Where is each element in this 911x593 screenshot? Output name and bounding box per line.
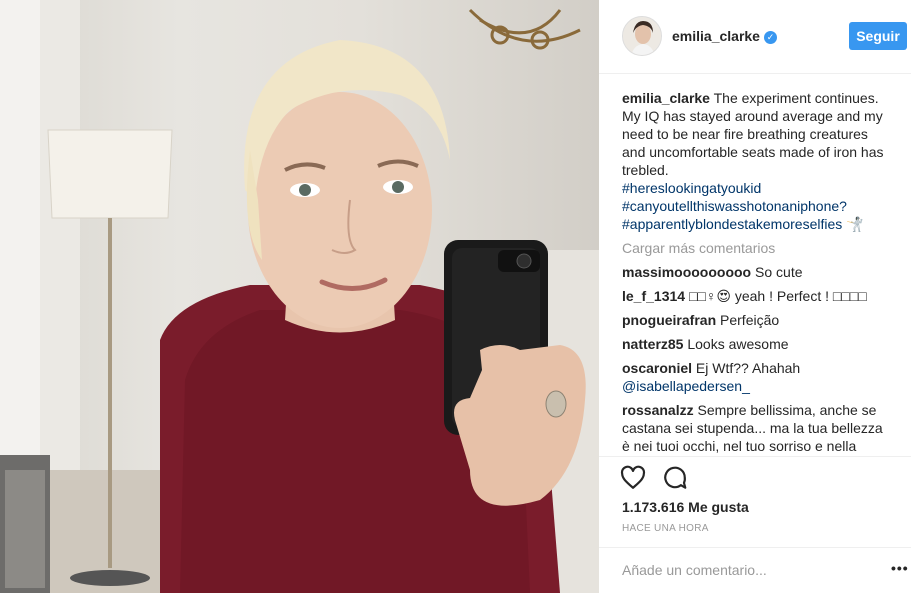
comment-text: Looks awesome <box>687 336 789 352</box>
post-photo[interactable] <box>0 0 599 593</box>
comments-list[interactable]: emilia_clarke The experiment continues. … <box>622 89 892 453</box>
comment-item: massimooooooooo So cute <box>622 263 892 281</box>
comment-username[interactable]: massimooooooooo <box>622 264 751 280</box>
comment-bubble-icon[interactable] <box>662 465 688 491</box>
header-username-row: emilia_clarke ✓ <box>672 28 777 44</box>
comment-item: oscaroniel Ej Wtf?? Ahahah @isabellapede… <box>622 359 892 395</box>
add-comment-input[interactable] <box>622 562 862 578</box>
hashtag-link[interactable]: #canyoutellthiswasshotonaniphone? <box>622 197 892 215</box>
hashtag-link[interactable]: #apparentlyblondestakemoreselfies 🤺 <box>622 215 892 233</box>
comment-item: rossanalzz Sempre bellissima, anche se c… <box>622 401 892 453</box>
follow-button[interactable]: Seguir <box>849 22 907 50</box>
more-options-icon[interactable]: ••• <box>891 560 909 576</box>
avatar-image <box>623 17 661 55</box>
likes-count[interactable]: 1.173.616 Me gusta <box>622 499 749 515</box>
post-sidebar: emilia_clarke ✓ Seguir emilia_clarke The … <box>599 0 911 593</box>
comment-username[interactable]: pnogueirafran <box>622 312 716 328</box>
verified-badge-icon: ✓ <box>763 31 777 44</box>
comment-username[interactable]: oscaroniel <box>622 360 692 376</box>
post-timestamp[interactable]: HACE UNA HORA <box>622 523 709 534</box>
hashtag-link[interactable]: #hereslookingatyoukid <box>622 179 892 197</box>
comment-username[interactable]: natterz85 <box>622 336 683 352</box>
comment-username[interactable]: le_f_1314 <box>622 288 685 304</box>
post-actions: 1.173.616 Me gusta HACE UNA HORA <box>599 456 911 540</box>
comment-text: Perfeição <box>720 312 780 328</box>
add-comment-bar: ••• <box>599 547 911 593</box>
load-more-comments-link[interactable]: Cargar más comentarios <box>622 239 892 257</box>
comment-item: le_f_1314 □□♀😍 yeah ! Perfect ! □□□□ <box>622 287 892 305</box>
caption-username[interactable]: emilia_clarke <box>622 90 710 106</box>
avatar[interactable] <box>622 16 662 56</box>
heart-icon[interactable] <box>620 465 646 491</box>
comment-username[interactable]: rossanalzz <box>622 402 694 418</box>
post-header: emilia_clarke ✓ Seguir <box>599 0 911 74</box>
comment-item: natterz85 Looks awesome <box>622 335 892 353</box>
header-username[interactable]: emilia_clarke <box>672 28 760 44</box>
comment-text: Ej Wtf?? Ahahah <box>695 360 801 376</box>
comment-text: □□♀😍 yeah ! Perfect ! □□□□ <box>688 288 867 304</box>
comment-item: pnogueirafran Perfeição <box>622 311 892 329</box>
comment-text: So cute <box>755 264 803 280</box>
selfie-illustration <box>0 0 599 593</box>
caption: emilia_clarke The experiment continues. … <box>622 89 892 233</box>
comment-mention-link[interactable]: @isabellapedersen_ <box>622 377 892 395</box>
